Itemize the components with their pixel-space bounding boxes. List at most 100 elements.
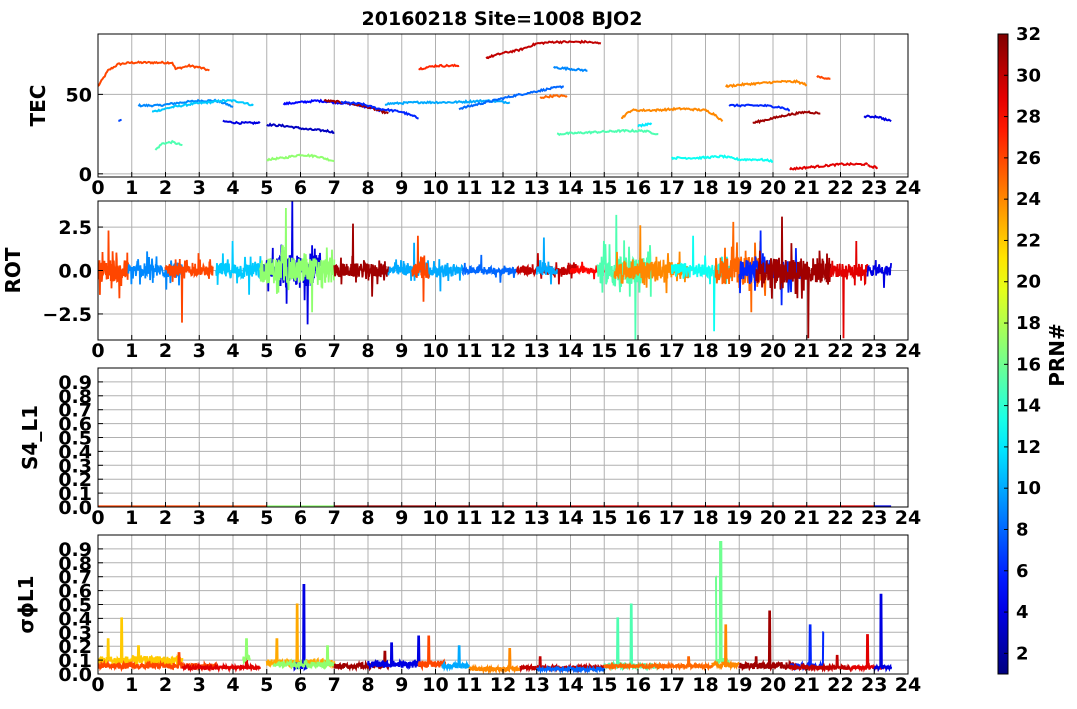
x-tick-label: 9: [395, 340, 408, 362]
series-line-prn-25: [603, 656, 714, 672]
x-tick-label: 10: [422, 177, 448, 199]
x-tick-label: 7: [328, 340, 341, 362]
x-tick-label: 14: [557, 507, 583, 529]
x-tick-label: 16: [625, 177, 651, 199]
series-line-prn-4: [866, 260, 892, 288]
series-line-prn-29: [829, 240, 869, 339]
gridlines: [97, 368, 909, 508]
series-line-prn-15: [603, 603, 660, 672]
series-line-prn-10: [387, 242, 464, 292]
x-tick-label: 20: [760, 340, 786, 362]
x-tick-label: 9: [395, 177, 408, 199]
series-line-prn-27: [418, 63, 460, 71]
y-axis-label: ROT: [1, 247, 25, 293]
gridlines: [97, 535, 909, 675]
series-line-prn-15: [556, 128, 659, 137]
colorbar-tick-label: 6: [1016, 561, 1029, 582]
x-tick-label: 17: [659, 507, 685, 529]
x-tick-label: 21: [794, 507, 820, 529]
series-line-prn-26: [816, 75, 831, 81]
y-axis-label: TEC: [26, 85, 50, 127]
x-tick-label: 4: [226, 177, 239, 199]
x-tick-label: 12: [490, 674, 516, 696]
x-tick-label: 2: [159, 674, 172, 696]
x-tick-label: 5: [260, 674, 273, 696]
x-tick-label: 12: [490, 507, 516, 529]
colorbar-tick-label: 12: [1016, 437, 1041, 458]
colorbar-tick-label: 8: [1016, 519, 1029, 540]
x-tick-label: 10: [422, 674, 448, 696]
chart-panels: 0 1 2 3 4 5 6 7 8 9 10 11 12 13 14 15 16 17 18 19 20 21 22 23 24…: [1, 33, 921, 696]
series-line-prn-26: [98, 230, 130, 299]
y-tick-label: 0.0: [58, 261, 92, 283]
x-tick-label: 14: [557, 674, 583, 696]
x-tick-label: 24: [895, 340, 921, 362]
series-line-prn-11: [151, 98, 254, 113]
y-axis-label: σϕL1: [14, 575, 38, 633]
y-tick-label: 50: [66, 84, 92, 106]
x-tick-label: 16: [625, 674, 651, 696]
series-line-prn-4: [222, 119, 261, 126]
x-tick-label: 8: [361, 674, 374, 696]
series-line-prn-25: [539, 93, 568, 99]
series-group: [98, 201, 892, 340]
x-tick-label: 7: [328, 177, 341, 199]
x-tick-label: 19: [726, 674, 752, 696]
x-tick-label: 19: [726, 177, 752, 199]
x-tick-label: 3: [193, 507, 206, 529]
colorbar: 2468101214161820222426283032PRN#: [997, 24, 1069, 675]
series-line-prn-31: [755, 216, 832, 339]
x-tick-label: 0: [91, 674, 104, 696]
x-tick-label: 14: [557, 177, 583, 199]
colorbar-tick-label: 32: [1016, 24, 1041, 45]
x-tick-label: 4: [226, 674, 239, 696]
x-tick-label: 15: [591, 674, 617, 696]
series-line-prn-17: [242, 638, 251, 665]
series-line-prn-26: [164, 253, 214, 323]
x-tick-label: 14: [557, 340, 583, 362]
series-line-prn-13: [670, 154, 774, 164]
colorbar-tick-label: 18: [1016, 313, 1041, 334]
series-line-prn-29: [867, 164, 879, 170]
series-line-prn-31: [752, 110, 821, 125]
x-tick-label: 9: [395, 507, 408, 529]
x-tick-label: 1: [125, 507, 138, 529]
series-line-prn-6: [728, 103, 790, 112]
x-tick-label: 4: [226, 340, 239, 362]
series-group: [98, 39, 892, 171]
x-tick-label: 0: [91, 177, 104, 199]
x-tick-label: 16: [625, 340, 651, 362]
colorbar-tick-label: 22: [1016, 230, 1041, 251]
x-tick-label: 15: [591, 507, 617, 529]
series-line-prn-29: [789, 161, 869, 171]
x-tick-label: 11: [456, 177, 482, 199]
x-tick-label: 1: [125, 177, 138, 199]
x-tick-label: 12: [490, 340, 516, 362]
x-tick-label: 13: [524, 340, 550, 362]
x-tick-label: 10: [422, 507, 448, 529]
x-tick-label: 18: [692, 340, 718, 362]
x-tick-label: 10: [422, 340, 448, 362]
x-tick-label: 22: [827, 340, 853, 362]
x-tick-label: 12: [490, 177, 516, 199]
panel-rot: 0 1 2 3 4 5 6 7 8 9 10 11 12 13 14 15 16 17 18 19 20 21 22 23 24…: [1, 200, 921, 362]
x-tick-label: 21: [794, 674, 820, 696]
x-tick-label: 11: [456, 340, 482, 362]
x-tick-label: 19: [726, 340, 752, 362]
y-tick-label: 0: [79, 164, 92, 186]
series-line-prn-11: [215, 240, 265, 295]
y-axis-label: S4_L1: [18, 405, 42, 470]
colorbar-tick-label: 20: [1016, 272, 1041, 293]
x-tick-label: 4: [226, 507, 239, 529]
x-tick-label: 21: [794, 340, 820, 362]
x-tick-label: 23: [861, 340, 887, 362]
series-line-prn-12: [637, 122, 653, 128]
series-line-prn-26: [417, 635, 447, 672]
x-tick-label: 0: [91, 507, 104, 529]
x-tick-label: 24: [895, 674, 921, 696]
colorbar-tick-label: 30: [1016, 65, 1041, 86]
series-line-prn-8: [461, 254, 518, 283]
x-tick-label: 13: [524, 177, 550, 199]
panel-sigma-phi-l1: 0 1 2 3 4 5 6 7 8 9 10 11 12 13 14 15 16 17 18 19 20 21 22 23 24…: [14, 534, 921, 696]
x-tick-label: 2: [159, 340, 172, 362]
